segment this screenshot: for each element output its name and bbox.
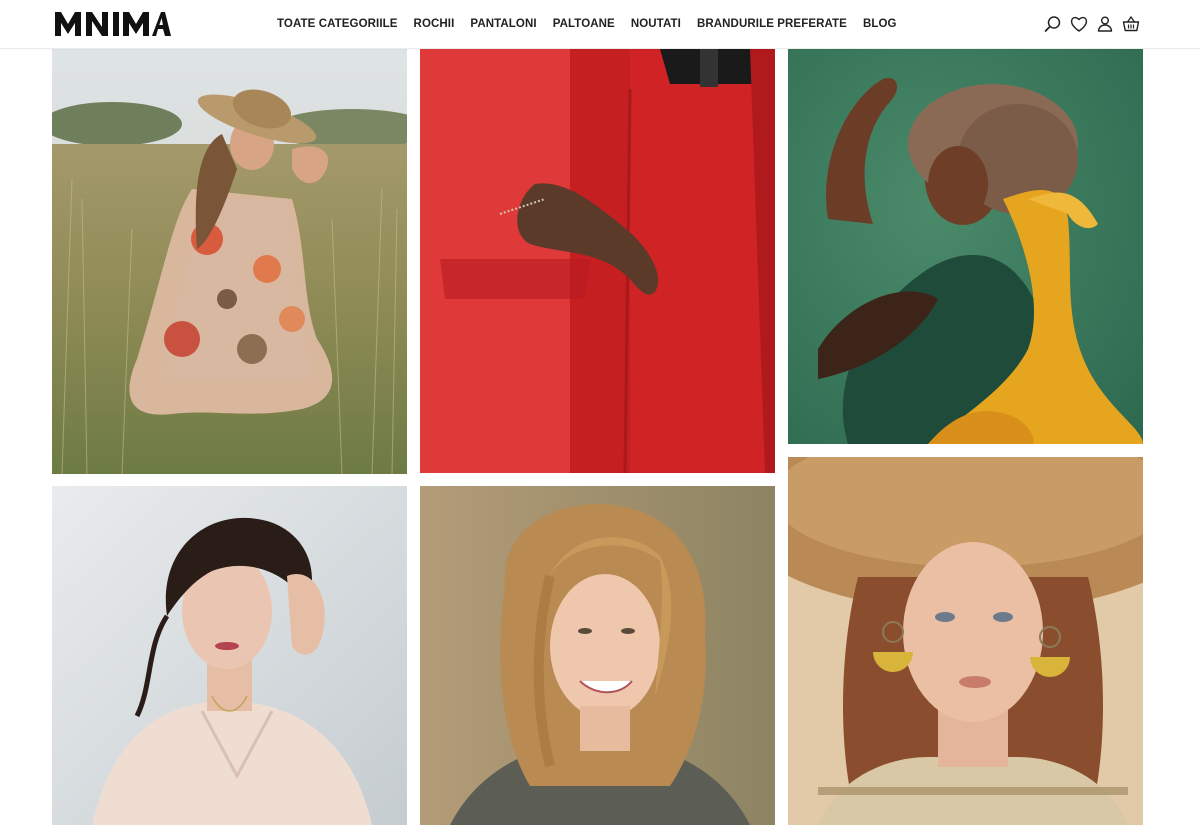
nav-item-toate-categoriile[interactable]: TOATE CATEGORIILE	[277, 18, 398, 30]
gallery-tile-smiling-blonde[interactable]	[420, 486, 775, 825]
nav-item-pantaloni[interactable]: PANTALONI	[470, 18, 536, 30]
brand-logo[interactable]	[55, 10, 171, 36]
heart-icon[interactable]	[1070, 14, 1088, 34]
nav-item-blog[interactable]: BLOG	[863, 18, 897, 30]
nav-item-noutati[interactable]: NOUTATI	[631, 18, 681, 30]
yellow-scarf-photo	[788, 49, 1143, 444]
gallery-tile-yellow-scarf[interactable]	[788, 49, 1143, 444]
gallery-tile-straw-hat-earrings[interactable]	[788, 457, 1143, 825]
gallery-tile-floral-jumpsuit[interactable]	[52, 49, 407, 474]
gallery-tile-updo-blush-top[interactable]	[52, 486, 407, 825]
site-header: TOATE CATEGORIILE ROCHII PANTALONI PALTO…	[0, 0, 1200, 49]
nav-item-rochii[interactable]: ROCHII	[414, 18, 455, 30]
basket-icon[interactable]	[1122, 14, 1140, 34]
nav-item-paltoane[interactable]: PALTOANE	[553, 18, 615, 30]
header-actions	[1044, 14, 1140, 34]
gallery-tile-red-coat[interactable]	[420, 49, 775, 473]
logo-mark	[55, 12, 171, 36]
smiling-blonde-photo	[420, 486, 775, 825]
floral-jumpsuit-photo	[52, 49, 407, 474]
straw-hat-earrings-photo	[788, 457, 1143, 825]
search-icon[interactable]	[1044, 14, 1062, 34]
updo-blush-top-photo	[52, 486, 407, 825]
nav-item-brandurile-preferate[interactable]: BRANDURILE PREFERATE	[697, 18, 847, 30]
user-icon[interactable]	[1096, 14, 1114, 34]
main-navigation: TOATE CATEGORIILE ROCHII PANTALONI PALTO…	[277, 0, 913, 48]
red-coat-photo	[420, 49, 775, 473]
